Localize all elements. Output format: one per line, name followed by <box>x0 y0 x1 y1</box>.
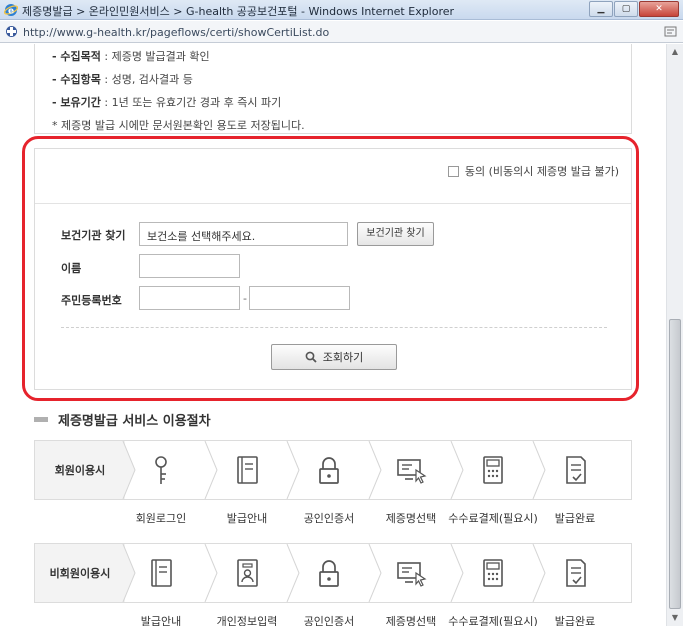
nonmember-row-label: 비회원이용시 <box>35 544 125 602</box>
step-label: 발급완료 <box>554 615 596 626</box>
step-chevron-icon <box>122 441 136 499</box>
window-controls: ▁ ▢ ✕ <box>589 1 679 17</box>
lock-icon <box>319 457 339 484</box>
privacy-info-box: - 수집목적 : 제증명 발급결과 확인 - 수집항목 : 성명, 검사결과 등… <box>34 44 632 134</box>
svg-text:e: e <box>8 7 14 17</box>
step-chevron-icon <box>286 441 300 499</box>
key-icon <box>155 456 167 484</box>
step-chevron-icon <box>450 544 464 602</box>
close-button[interactable]: ✕ <box>639 1 679 17</box>
maximize-button[interactable]: ▢ <box>614 1 638 17</box>
calculator-icon <box>483 559 503 587</box>
vertical-scrollbar[interactable]: ▲ ▼ <box>666 44 683 626</box>
site-favicon-icon <box>6 26 17 37</box>
compatibility-view-icon[interactable] <box>664 25 677 38</box>
internet-explorer-icon: e <box>4 4 18 17</box>
scrollbar-thumb[interactable] <box>669 319 681 609</box>
step-chevron-icon <box>368 544 382 602</box>
highlight-frame <box>22 136 639 401</box>
scroll-up-arrow-icon[interactable]: ▲ <box>667 44 683 60</box>
document-check-icon <box>566 559 586 587</box>
step-chevron-icon <box>532 441 546 499</box>
info-retention-value: : 1년 또는 유효기간 경과 후 즉시 파기 <box>100 96 282 109</box>
step-chevron-icon <box>532 544 546 602</box>
member-row-label: 회원이용시 <box>35 441 125 499</box>
procedure-heading: 제증명발급 서비스 이용절차 <box>34 410 211 429</box>
calculator-icon <box>483 456 503 484</box>
monitor-cursor-icon <box>397 562 427 587</box>
info-note: * 제증명 발급 시에만 문서원본확인 용도로 저장됩니다. <box>52 119 305 132</box>
book-icon <box>151 559 172 587</box>
heading-bar <box>34 417 48 422</box>
url-text[interactable]: http://www.g-health.kr/pageflows/certi/s… <box>23 26 329 39</box>
info-items-label: - 수집항목 <box>52 73 101 86</box>
window-titlebar: e 제증명발급 > 온라인민원서비스 > G-health 공공보건포털 - W… <box>0 0 683 20</box>
monitor-cursor-icon <box>397 459 427 484</box>
minimize-button[interactable]: ▁ <box>589 1 613 17</box>
step-chevron-icon <box>450 441 464 499</box>
book-icon <box>237 456 258 484</box>
step-label: 발급완료 <box>554 512 596 525</box>
info-purpose: - 수집목적 : 제증명 발급결과 확인 <box>52 48 210 64</box>
step-chevron-icon <box>368 441 382 499</box>
step-chevron-icon <box>122 544 136 602</box>
window-title: 제증명발급 > 온라인민원서비스 > G-health 공공보건포털 - Win… <box>22 5 455 18</box>
procedure-title: 제증명발급 서비스 이용절차 <box>58 414 211 429</box>
page-content: - 수집목적 : 제증명 발급결과 확인 - 수집항목 : 성명, 검사결과 등… <box>0 44 666 626</box>
step-chevron-icon <box>204 441 218 499</box>
info-retention-label: - 보유기간 <box>52 96 101 109</box>
step-chevron-icon <box>204 544 218 602</box>
scroll-down-arrow-icon[interactable]: ▼ <box>667 610 683 626</box>
step-label: 발급안내 <box>140 615 182 626</box>
step-chevron-icon <box>286 544 300 602</box>
info-items-value: : 성명, 검사결과 등 <box>100 73 193 86</box>
info-items: - 수집항목 : 성명, 검사결과 등 <box>52 71 193 87</box>
document-check-icon <box>566 456 586 484</box>
info-purpose-label: - 수집목적 <box>52 50 101 63</box>
info-retention: - 보유기간 : 1년 또는 유효기간 경과 후 즉시 파기 <box>52 94 281 110</box>
address-bar[interactable]: http://www.g-health.kr/pageflows/certi/s… <box>0 21 683 43</box>
id-card-icon <box>237 559 258 587</box>
lock-icon <box>319 560 339 587</box>
step-label: 회원로그인 <box>135 512 187 525</box>
info-purpose-value: : 제증명 발급결과 확인 <box>100 50 210 63</box>
